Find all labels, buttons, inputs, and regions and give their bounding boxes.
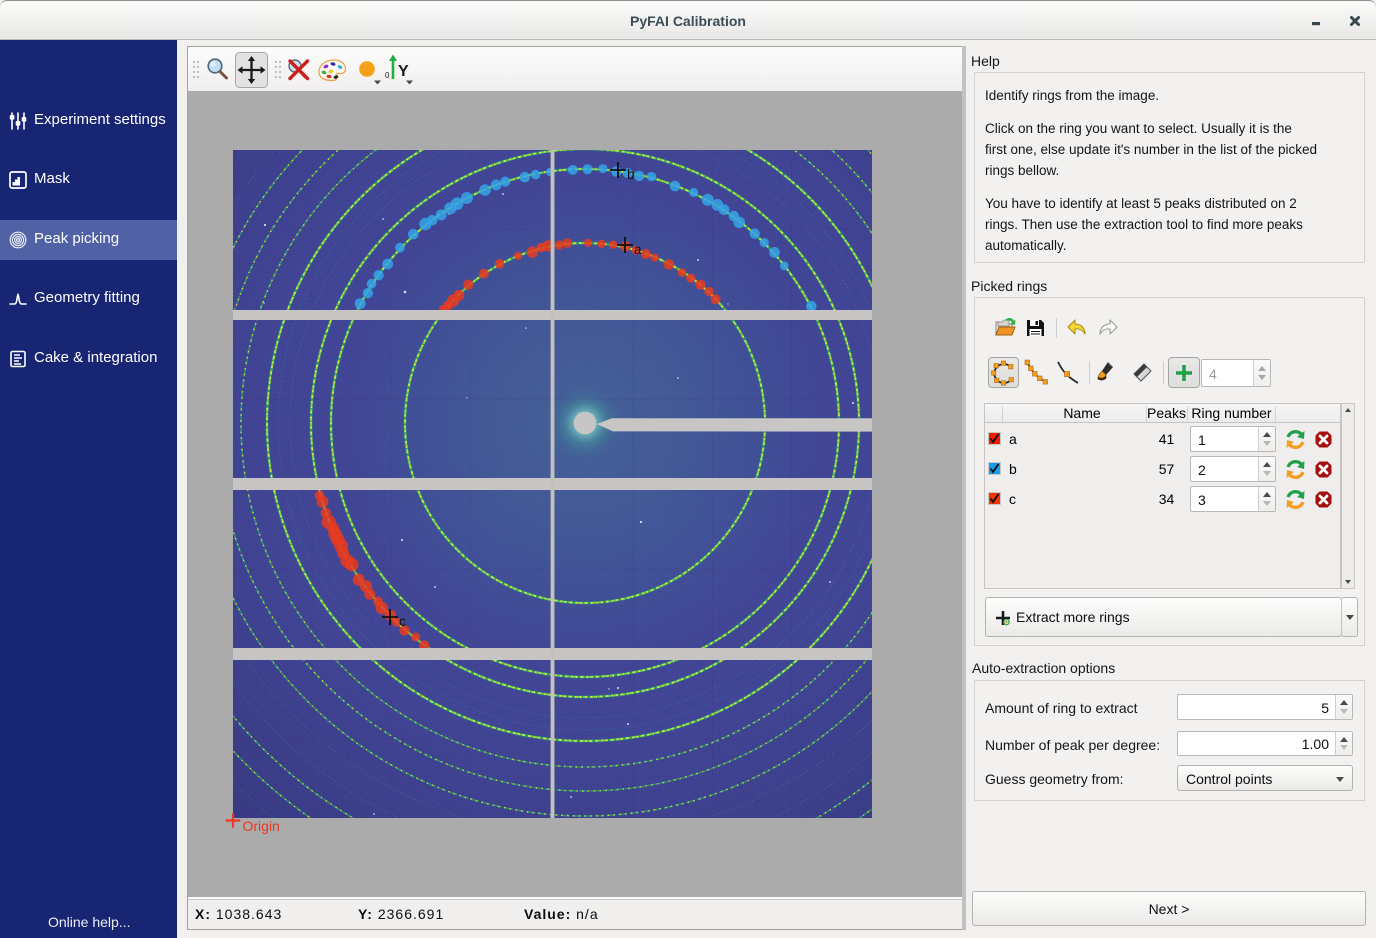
svg-text:a: a: [634, 242, 642, 257]
svg-text:c: c: [399, 614, 406, 629]
svg-text:0: 0: [385, 71, 390, 80]
svg-text:Y: Y: [398, 63, 409, 80]
svg-text:b: b: [627, 167, 635, 182]
svg-text:Origin: Origin: [243, 818, 280, 834]
